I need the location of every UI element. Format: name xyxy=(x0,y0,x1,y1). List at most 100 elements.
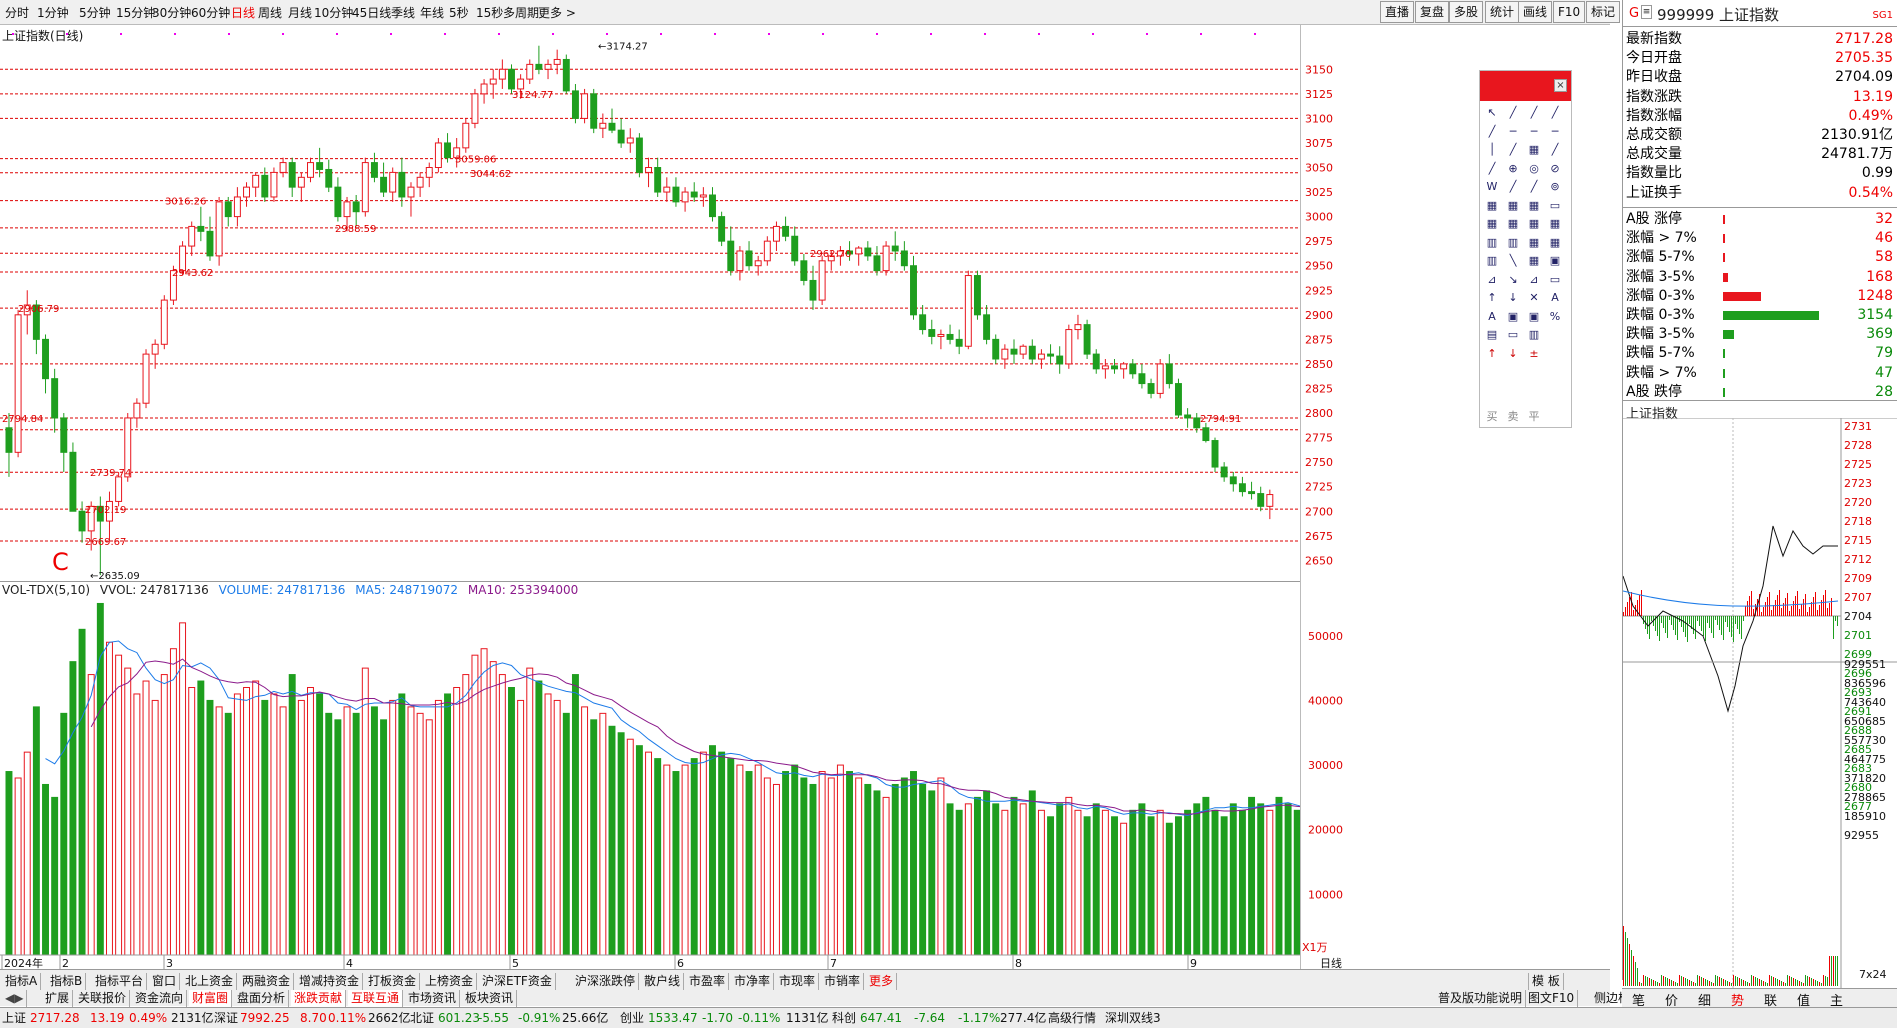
draw-tool-icon[interactable]: ▦ xyxy=(1483,198,1501,214)
indicator-tab-9[interactable]: 沪深ETF资金 xyxy=(479,973,556,990)
indicator-tab-12[interactable]: 市盈率 xyxy=(686,973,730,990)
indicator-tab-1[interactable]: 指标B xyxy=(47,973,87,990)
draw-tool-icon[interactable]: % xyxy=(1546,309,1564,325)
indicator-tab-13[interactable]: 市净率 xyxy=(731,973,775,990)
indicator-tab-2[interactable]: 指标平台 xyxy=(92,973,148,990)
draw-tool-icon[interactable]: ↖ xyxy=(1483,105,1501,121)
period-11-button[interactable]: 季线 xyxy=(391,4,415,21)
status-item-26[interactable]: 深圳双线3 xyxy=(1105,1008,1161,1028)
draw-tool-icon[interactable]: ▦ xyxy=(1504,216,1522,232)
indicator-tab-16[interactable]: 更多 xyxy=(866,973,898,990)
draw-tool-icon[interactable]: ▦ xyxy=(1525,198,1543,214)
extension-tab-3[interactable]: 财富圈 xyxy=(189,990,233,1007)
toolbox-header[interactable]: × xyxy=(1480,71,1571,101)
menu-icon[interactable]: ≡ xyxy=(1641,5,1652,19)
intraday-chart[interactable]: 2731 2728 2725 2723 2720 2718 2715 2712 2709 2707… xyxy=(1623,418,1897,988)
extension-tab-7[interactable]: 市场资讯 xyxy=(405,990,461,1007)
draw-tool-icon[interactable] xyxy=(1546,346,1564,362)
draw-tool-icon[interactable]: ▥ xyxy=(1504,235,1522,251)
draw-tool-icon[interactable]: ─ xyxy=(1525,124,1543,140)
bottom-link-1[interactable]: 图文F10 xyxy=(1525,990,1579,1007)
period-0-button[interactable]: 分时 xyxy=(5,4,29,21)
draw-tool-icon[interactable]: ✕ xyxy=(1525,290,1543,306)
indicator-tab-7[interactable]: 打板资金 xyxy=(365,973,421,990)
draw-tool-icon[interactable]: ╱ xyxy=(1546,142,1564,158)
period-9-button[interactable]: 10分钟 xyxy=(314,4,353,21)
draw-tool-icon[interactable]: ↓ xyxy=(1504,290,1522,306)
draw-tool-icon[interactable]: ▭ xyxy=(1546,272,1564,288)
draw-tool-icon[interactable]: ▣ xyxy=(1504,309,1522,325)
toolbar-button-2[interactable]: 多股 xyxy=(1449,1,1484,23)
draw-tool-icon[interactable]: ▥ xyxy=(1525,327,1543,343)
draw-tool-icon[interactable]: ▥ xyxy=(1483,253,1501,269)
volume-indicator-name[interactable]: VOL-TDX(5,10) xyxy=(2,583,90,597)
indicator-tab-15[interactable]: 市销率 xyxy=(821,973,865,990)
draw-tool-icon[interactable]: ╱ xyxy=(1525,179,1543,195)
draw-tool-icon[interactable]: ▦ xyxy=(1525,235,1543,251)
draw-tool-icon[interactable]: ↑ xyxy=(1483,346,1501,362)
indicator-tab-8[interactable]: 上榜资金 xyxy=(422,973,478,990)
draw-tool-icon[interactable]: ▦ xyxy=(1483,216,1501,232)
draw-tool-icon[interactable]: ╱ xyxy=(1525,105,1543,121)
draw-tool-icon[interactable]: ⊘ xyxy=(1546,161,1564,177)
draw-tool-icon[interactable]: ╱ xyxy=(1483,161,1501,177)
period-13-button[interactable]: 5秒 xyxy=(449,4,469,21)
volume-chart[interactable]: 2024年 2 3 4 5 6 7 8 9 xyxy=(0,597,1300,969)
draw-tool-icon[interactable]: ╲ xyxy=(1504,253,1522,269)
indicator-tab-14[interactable]: 市现率 xyxy=(776,973,820,990)
period-6-button[interactable]: 日线 xyxy=(231,4,255,21)
draw-tool-icon[interactable]: ⊕ xyxy=(1504,161,1522,177)
draw-tool-icon[interactable]: ⊚ xyxy=(1546,179,1564,195)
draw-tool-icon[interactable]: A xyxy=(1546,290,1564,306)
indicator-tab-5[interactable]: 两融资金 xyxy=(239,973,295,990)
extension-tab-5[interactable]: 涨跌贡献 xyxy=(291,990,347,1007)
draw-tool-icon[interactable]: ╱ xyxy=(1483,124,1501,140)
period-8-button[interactable]: 月线 xyxy=(288,4,312,21)
toolbar-button-0[interactable]: 直播 xyxy=(1380,1,1415,23)
draw-tool-icon[interactable]: ▭ xyxy=(1504,327,1522,343)
draw-tool-icon[interactable]: ↘ xyxy=(1504,272,1522,288)
close-icon[interactable]: × xyxy=(1554,79,1567,92)
draw-tool-icon[interactable]: ▦ xyxy=(1546,235,1564,251)
draw-tool-icon[interactable]: W xyxy=(1483,179,1501,195)
toolbar-button-6[interactable]: 标记 xyxy=(1586,1,1621,23)
period-4-button[interactable]: 30分钟 xyxy=(152,4,191,21)
draw-tool-icon[interactable]: │ xyxy=(1483,142,1501,158)
period-16-button[interactable]: 更多 > xyxy=(538,4,576,21)
extension-tab-2[interactable]: 资金流向 xyxy=(132,990,188,1007)
period-2-button[interactable]: 5分钟 xyxy=(79,4,111,21)
draw-tool-icon[interactable]: ╱ xyxy=(1504,105,1522,121)
period-15-button[interactable]: 多周期 xyxy=(503,4,539,21)
candlestick-chart[interactable]: ←3174.27 3124.77 3059.06 3044.62 3016.26 2988… xyxy=(0,30,1300,580)
draw-tool-icon[interactable]: ▤ xyxy=(1483,327,1501,343)
draw-tool-icon[interactable]: A xyxy=(1483,309,1501,325)
extension-tab-8[interactable]: 板块资讯 xyxy=(462,990,518,1007)
draw-tool-icon[interactable]: ▣ xyxy=(1525,309,1543,325)
draw-tool-icon[interactable]: ▭ xyxy=(1546,198,1564,214)
period-7-button[interactable]: 周线 xyxy=(258,4,282,21)
indicator-tab-10[interactable]: 沪深涨跌停 xyxy=(572,973,640,990)
scroll-arrows-icon[interactable]: ◀▶ xyxy=(2,990,28,1007)
draw-tool-icon[interactable]: ⊿ xyxy=(1525,272,1543,288)
indicator-tab-3[interactable]: 窗口 xyxy=(149,973,181,990)
draw-tool-icon[interactable]: ▥ xyxy=(1483,235,1501,251)
toolbar-button-1[interactable]: 复盘 xyxy=(1415,1,1450,23)
indicator-tab-11[interactable]: 散户线 xyxy=(641,973,685,990)
template-tab[interactable]: 模 板 xyxy=(1528,973,1564,990)
draw-tool-icon[interactable]: ╱ xyxy=(1546,105,1564,121)
status-item-25[interactable]: 高级行情 xyxy=(1048,1008,1096,1028)
draw-tool-icon[interactable]: ─ xyxy=(1504,124,1522,140)
extension-tab-4[interactable]: 盘面分析 xyxy=(234,990,290,1007)
draw-tool-icon[interactable]: ▦ xyxy=(1504,198,1522,214)
drawing-toolbox[interactable]: × ↖ ╱ ╱ ╱ ╱ ─ ─ ─ │ ╱ ▦ ╱ ╱ ⊕ ◎ ⊘ W ╱ ╱ ⊚ ▦ ▦ ▦ ▭ ▦ ▦ ▦ ▦ ▥ ▥ ▦ ▦ ▥ ╲ ▦ ▣ ⊿ ↘… xyxy=(1479,70,1572,428)
draw-tool-icon[interactable]: ▦ xyxy=(1546,216,1564,232)
indicator-tab-6[interactable]: 增减持资金 xyxy=(296,973,364,990)
draw-tool-icon[interactable]: ▦ xyxy=(1525,216,1543,232)
draw-tool-icon[interactable]: ▣ xyxy=(1546,253,1564,269)
period-3-button[interactable]: 15分钟 xyxy=(116,4,155,21)
draw-tool-icon[interactable]: ─ xyxy=(1546,124,1564,140)
extension-tab-6[interactable]: 互联互通 xyxy=(348,990,404,1007)
indicator-tab-0[interactable]: 指标A xyxy=(2,973,42,990)
draw-tool-icon[interactable]: ╱ xyxy=(1504,179,1522,195)
draw-tool-icon[interactable]: ↓ xyxy=(1504,346,1522,362)
